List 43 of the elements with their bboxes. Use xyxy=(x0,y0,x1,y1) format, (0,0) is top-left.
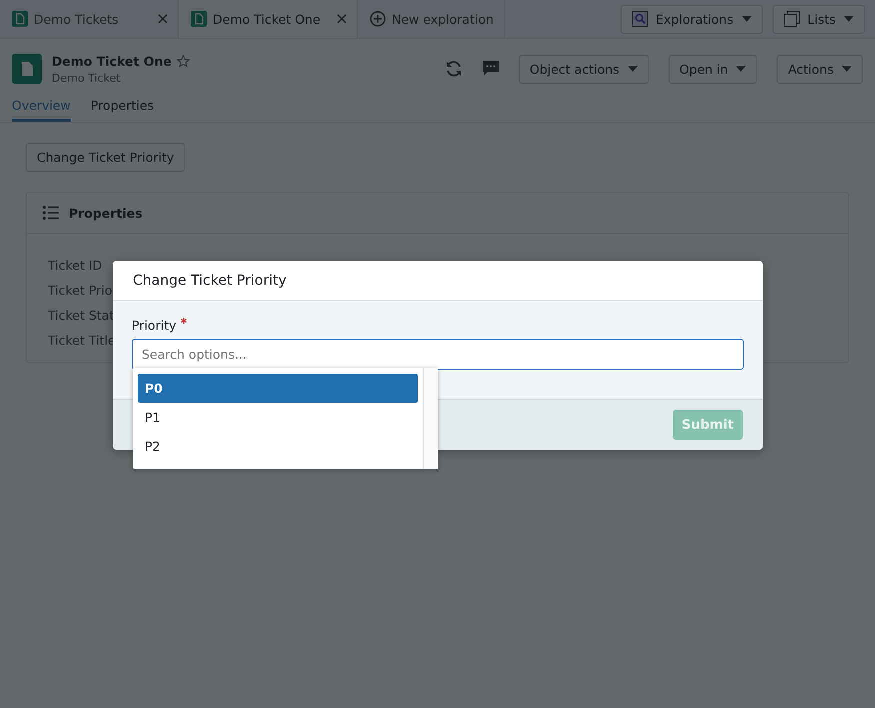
menu-button[interactable]: Explorations xyxy=(621,4,763,34)
caret-icon xyxy=(742,16,752,22)
document-icon xyxy=(12,54,42,84)
caret-icon xyxy=(842,66,852,72)
close-icon[interactable] xyxy=(158,14,168,24)
star-icon[interactable] xyxy=(176,54,190,68)
dropdown-button[interactable]: Actions xyxy=(777,54,863,84)
plus-circle-icon xyxy=(370,11,386,27)
caret-icon xyxy=(844,16,854,22)
stacked-pages-icon xyxy=(784,11,800,27)
dialog-title: Change Ticket Priority xyxy=(133,272,287,288)
caret-icon xyxy=(628,66,638,72)
field-label: Priority xyxy=(132,318,176,333)
list-icon xyxy=(43,206,59,220)
tab-label: Demo Tickets xyxy=(34,12,120,26)
search-icon xyxy=(632,11,648,27)
property-label: Ticket Stat xyxy=(48,308,116,323)
document-tab[interactable]: Demo Ticket One xyxy=(179,0,358,38)
object-type: Demo Ticket xyxy=(52,72,122,84)
object-title: Demo Ticket One xyxy=(52,54,172,68)
property-label: Ticket Prio xyxy=(48,283,114,298)
property-label: Ticket ID xyxy=(48,258,104,273)
scrollbar-track[interactable] xyxy=(423,368,438,469)
menu-button[interactable]: Lists xyxy=(772,4,865,34)
card-title: Properties xyxy=(69,206,143,220)
tab-label: Demo Ticket One xyxy=(213,12,322,26)
search-field[interactable]: Search options... xyxy=(132,339,744,370)
refresh-icon[interactable] xyxy=(444,60,463,78)
dropdown-button[interactable]: Open in xyxy=(668,54,758,84)
close-icon[interactable] xyxy=(337,14,347,24)
new-exploration-tab[interactable]: New exploration xyxy=(358,0,505,38)
option-item[interactable]: P0 xyxy=(138,374,418,403)
dropdown-button[interactable]: Object actions xyxy=(518,54,649,84)
change-priority-button[interactable]: Change Ticket Priority xyxy=(26,143,186,172)
view-tab[interactable]: Properties xyxy=(90,95,154,122)
document-icon xyxy=(191,11,207,27)
option-item[interactable]: P1 xyxy=(138,403,418,432)
comment-icon[interactable] xyxy=(482,61,499,77)
document-icon xyxy=(12,11,28,27)
view-tab[interactable]: Overview xyxy=(12,95,71,122)
option-item[interactable]: P2 xyxy=(138,432,418,461)
tab-label: New exploration xyxy=(392,12,494,26)
caret-icon xyxy=(736,66,746,72)
